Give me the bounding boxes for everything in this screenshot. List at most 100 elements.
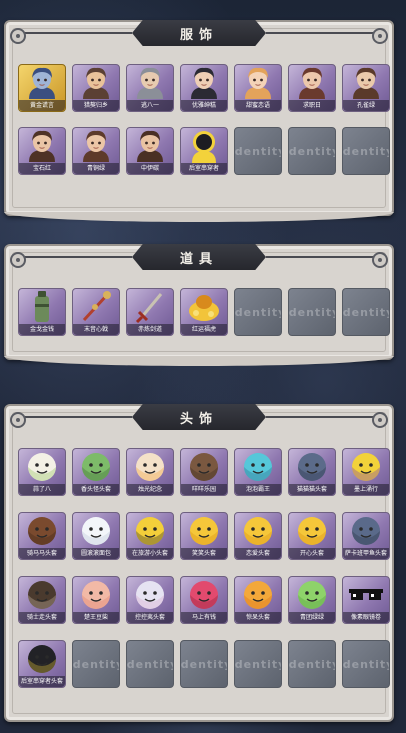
costume-panel: 服饰 黄金谎言 猎獒归乡 逃八一 优雅绅糕 甜蜜恋语 求职日 孔雀绿 宝石红 青铜绿 中伊碳 后室串… bbox=[4, 20, 394, 222]
empty-watermark: Identity bbox=[342, 657, 389, 671]
item-label: 恋爱头套 bbox=[235, 548, 281, 559]
item-label: 楚王豆柴 bbox=[73, 612, 119, 623]
item-label: 赤炼剑道 bbox=[127, 324, 173, 335]
item-card: Identity bbox=[234, 640, 282, 688]
item-slot[interactable]: 马上有钱 bbox=[180, 576, 228, 629]
headwear-icon bbox=[187, 514, 221, 552]
item-slot[interactable]: 烛光纪念 bbox=[126, 448, 174, 501]
item-slot[interactable]: 开心头套 bbox=[288, 512, 336, 565]
item-slot[interactable]: 红运福虎 bbox=[180, 288, 228, 341]
item-label: 像素眼镜卷 bbox=[343, 612, 389, 623]
item-slot[interactable]: 惊呆头套 bbox=[234, 576, 282, 629]
headwear-icon bbox=[187, 578, 221, 616]
item-grid: 金戈金钱末音心戟赤炼剑道红运福虎 Identity Identity Identity bbox=[18, 288, 390, 341]
headwear-icon bbox=[241, 514, 275, 552]
item-card: 金戈金钱 bbox=[18, 288, 66, 336]
item-slot[interactable]: 像素眼镜卷 bbox=[342, 576, 390, 629]
item-label: 咩咩乐园 bbox=[181, 484, 227, 495]
item-card: Identity bbox=[72, 640, 120, 688]
empty-slot: Identity bbox=[342, 640, 390, 693]
empty-watermark: Identity bbox=[72, 657, 119, 671]
item-slot[interactable]: 猫猫猫头套 bbox=[288, 448, 336, 501]
empty-watermark: Identity bbox=[180, 657, 227, 671]
item-slot[interactable]: 宝石红 bbox=[18, 127, 66, 180]
empty-watermark: Identity bbox=[342, 305, 389, 319]
item-label: 黄金谎言 bbox=[19, 100, 65, 111]
item-slot[interactable]: 甜蜜恋语 bbox=[234, 64, 282, 117]
item-label: 笑笑头套 bbox=[181, 548, 227, 559]
panel-edge bbox=[4, 356, 394, 366]
item-slot[interactable]: 骑士走头套 bbox=[18, 576, 66, 629]
item-label: 骑士走头套 bbox=[19, 612, 65, 623]
item-card: 骑士走头套 bbox=[18, 576, 66, 624]
item-slot[interactable]: 赤炼剑道 bbox=[126, 288, 174, 341]
empty-slot: Identity bbox=[234, 288, 282, 341]
item-card: 末音心戟 bbox=[72, 288, 120, 336]
item-card: 青铜绿 bbox=[72, 127, 120, 175]
item-label: 萨卡班甲鱼头套 bbox=[343, 548, 389, 559]
ornament-right-icon bbox=[372, 252, 388, 268]
item-label: 圆滚滚面包 bbox=[73, 548, 119, 559]
item-card: 宝石红 bbox=[18, 127, 66, 175]
props-panel: 道具 金戈金钱末音心戟赤炼剑道红运福虎 Identity Identity Ident… bbox=[4, 244, 394, 366]
headwear-icon bbox=[241, 450, 275, 488]
item-slot[interactable]: 控控夷头套 bbox=[126, 576, 174, 629]
item-label: 泡泡霸王 bbox=[235, 484, 281, 495]
headwear-icon bbox=[79, 450, 113, 488]
panel-edge bbox=[4, 212, 394, 222]
item-slot[interactable]: 蒜了八 bbox=[18, 448, 66, 501]
pixel-glasses-icon bbox=[348, 587, 384, 607]
item-card: 开心头套 bbox=[288, 512, 336, 560]
item-slot[interactable]: 后室串穿者 bbox=[180, 127, 228, 180]
item-slot[interactable]: 笑笑头套 bbox=[180, 512, 228, 565]
item-slot[interactable]: 逃八一 bbox=[126, 64, 174, 117]
item-label: 求职日 bbox=[289, 100, 335, 111]
item-card: 甜蜜恋语 bbox=[234, 64, 282, 112]
item-slot[interactable]: 楚王豆柴 bbox=[72, 576, 120, 629]
item-card: 咩咩乐园 bbox=[180, 448, 228, 496]
item-slot[interactable]: 骑马马头套 bbox=[18, 512, 66, 565]
item-slot[interactable]: 青铜绿 bbox=[72, 127, 120, 180]
staff-icon bbox=[79, 290, 113, 328]
headwear-icon bbox=[25, 642, 59, 680]
item-slot[interactable]: 末音心戟 bbox=[72, 288, 120, 341]
item-card: 香头怪头套 bbox=[72, 448, 120, 496]
item-slot[interactable]: 孔雀绿 bbox=[342, 64, 390, 117]
item-slot[interactable]: 优雅绅糕 bbox=[180, 64, 228, 117]
item-label: 烛光纪念 bbox=[127, 484, 173, 495]
item-slot[interactable]: 萨卡班甲鱼头套 bbox=[342, 512, 390, 565]
gold-bag-icon bbox=[186, 291, 222, 327]
item-label: 后室串穿者 bbox=[181, 163, 227, 174]
item-label: 惊呆头套 bbox=[235, 612, 281, 623]
item-slot[interactable]: 黄金谎言 bbox=[18, 64, 66, 117]
headwear-icon bbox=[295, 450, 329, 488]
item-slot[interactable]: 求职日 bbox=[288, 64, 336, 117]
headwear-icon bbox=[133, 578, 167, 616]
item-slot[interactable]: 圆滚滚面包 bbox=[72, 512, 120, 565]
item-slot[interactable]: 猎獒归乡 bbox=[72, 64, 120, 117]
item-slot[interactable]: 香头怪头套 bbox=[72, 448, 120, 501]
item-card: 马上有钱 bbox=[180, 576, 228, 624]
item-card: 恋爱头套 bbox=[234, 512, 282, 560]
item-card: 蒜了八 bbox=[18, 448, 66, 496]
item-slot[interactable]: 咩咩乐园 bbox=[180, 448, 228, 501]
item-card: 孔雀绿 bbox=[342, 64, 390, 112]
item-slot[interactable]: 金戈金钱 bbox=[18, 288, 66, 341]
item-slot[interactable]: 泡泡霸王 bbox=[234, 448, 282, 501]
headwear-icon bbox=[295, 514, 329, 552]
item-label: 金戈金钱 bbox=[19, 324, 65, 335]
item-card: 中伊碳 bbox=[126, 127, 174, 175]
item-slot[interactable]: 后室串穿者头套 bbox=[18, 640, 66, 693]
empty-slot: Identity bbox=[180, 640, 228, 693]
item-card: 像素眼镜卷 bbox=[342, 576, 390, 624]
hazmat-helmet-icon bbox=[189, 129, 219, 167]
item-label: 开心头套 bbox=[289, 548, 335, 559]
item-slot[interactable]: 青团绿绿 bbox=[288, 576, 336, 629]
item-label: 逃八一 bbox=[127, 100, 173, 111]
item-slot[interactable]: 中伊碳 bbox=[126, 127, 174, 180]
ornament-right-icon bbox=[372, 412, 388, 428]
item-card: 赤炼剑道 bbox=[126, 288, 174, 336]
item-slot[interactable]: 墨上涌行 bbox=[342, 448, 390, 501]
item-slot[interactable]: 恋爱头套 bbox=[234, 512, 282, 565]
item-slot[interactable]: 在旅游小头套 bbox=[126, 512, 174, 565]
